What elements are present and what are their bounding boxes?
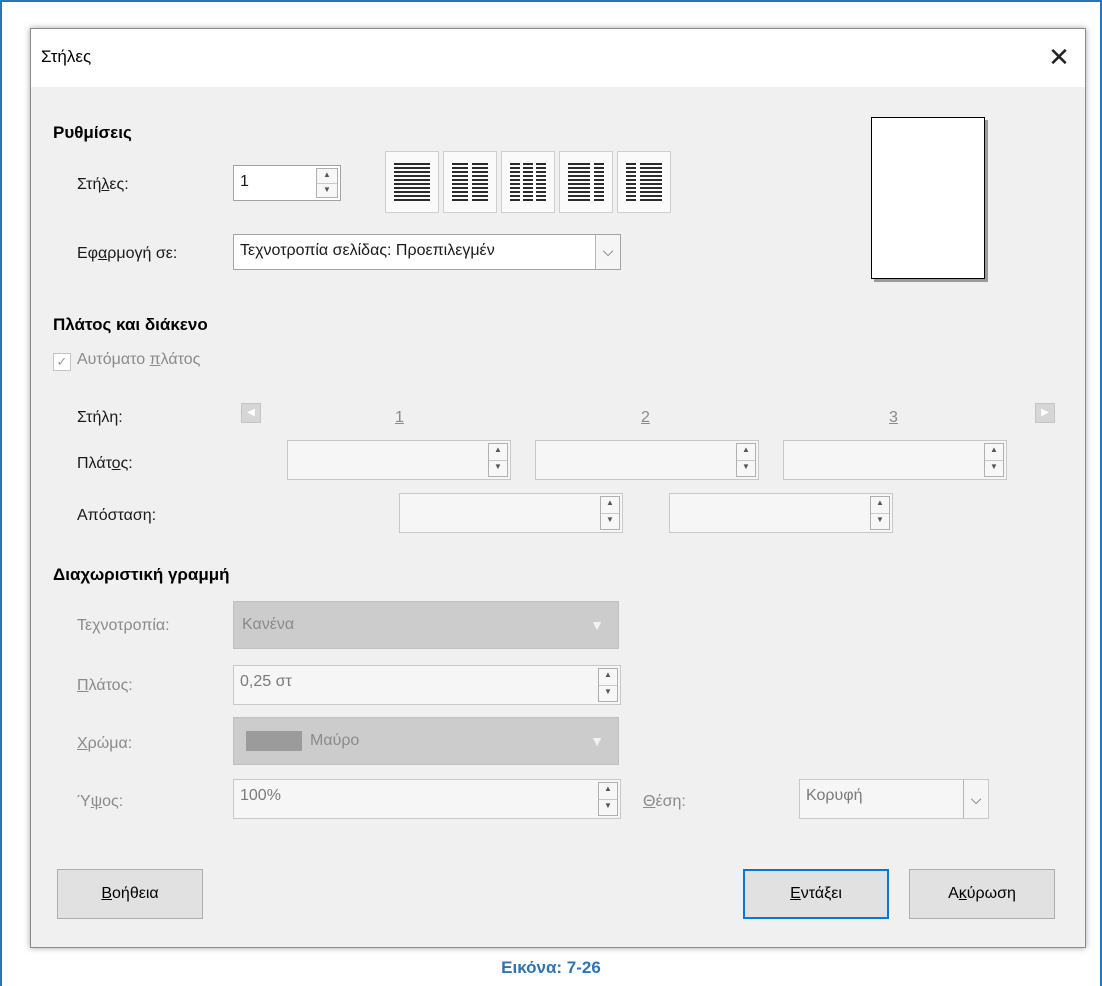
spin-up-icon[interactable]: ▲ <box>737 444 755 460</box>
separator-height-label: Ύψος: <box>77 793 124 810</box>
column-label: Στήλη: <box>77 409 123 426</box>
spin-up-icon[interactable]: ▲ <box>599 783 617 799</box>
apply-to-dropdown[interactable]: Τεχνοτροπία σελίδας: Προεπιλεγμέν ⌵ <box>233 234 621 270</box>
columns-value: 1 <box>240 173 249 190</box>
spin-up-icon[interactable]: ▲ <box>599 669 617 685</box>
column-number-1: 1 <box>395 409 404 426</box>
color-swatch <box>246 730 302 751</box>
triangle-down-icon: ▼ <box>590 617 604 633</box>
cancel-button[interactable]: Ακύρωση <box>909 869 1055 919</box>
layout-right-wide[interactable] <box>617 151 671 213</box>
layout-left-wide[interactable] <box>559 151 613 213</box>
dialog-title: Στήλες <box>41 47 92 66</box>
frame-top-border <box>0 0 1102 2</box>
spacing-spin-2[interactable]: ▲ ▼ <box>870 496 890 530</box>
spin-up-icon[interactable]: ▲ <box>871 497 889 513</box>
separator-color-value: Μαύρο <box>310 732 360 749</box>
ok-button[interactable]: Εντάξει <box>743 869 889 919</box>
columns-spinbox[interactable]: 1 ▲ ▼ <box>233 165 341 201</box>
column-width-spin-2[interactable]: ▲ ▼ <box>736 443 756 477</box>
title-bar: Στήλες ✕ <box>31 29 1085 87</box>
spin-down-icon[interactable]: ▼ <box>601 512 619 530</box>
left-wide-layout-icon <box>568 163 604 201</box>
separator-style-dropdown[interactable]: Κανένα ▼ <box>233 601 619 649</box>
columns-dialog: Στήλες ✕ Ρυθμίσεις Στήλες: 1 ▲ ▼ Εφαρμογ… <box>30 28 1086 948</box>
column-width-field-1[interactable]: ▲ ▼ <box>287 440 511 480</box>
separator-height-spin[interactable]: ▲ ▼ <box>598 782 618 816</box>
separator-position-dropdown[interactable]: Κορυφή ⌵ <box>799 779 989 819</box>
figure-caption: Εικόνα: 7-26 <box>501 958 601 977</box>
two-columns-layout-icon <box>452 163 488 201</box>
apply-to-label: Εφαρμογή σε: <box>77 245 178 262</box>
checkmark-icon: ✓ <box>53 353 71 371</box>
right-wide-layout-icon <box>626 163 662 201</box>
spin-up-icon[interactable]: ▲ <box>985 444 1003 460</box>
spacing-field-2[interactable]: ▲ ▼ <box>669 493 893 533</box>
spin-down-icon[interactable]: ▼ <box>599 684 617 702</box>
separator-position-value: Κορυφή <box>806 787 863 804</box>
separator-color-label: Χρώμα: <box>77 735 133 752</box>
apply-to-value: Τεχνοτροπία σελίδας: Προεπιλεγμέν <box>240 242 495 259</box>
separator-width-field[interactable]: 0,25 στ ▲ ▼ <box>233 665 621 705</box>
scroll-right-arrow-icon[interactable]: ▶ <box>1035 403 1055 423</box>
spin-down-icon[interactable]: ▼ <box>599 798 617 816</box>
width-spacing-heading: Πλάτος και διάκενο <box>53 315 208 334</box>
close-icon[interactable]: ✕ <box>1041 39 1077 75</box>
three-columns-layout-icon <box>510 163 546 201</box>
auto-width-checkbox[interactable]: ✓ Αυτόματο πλάτος <box>53 351 200 371</box>
spin-down-icon[interactable]: ▼ <box>737 459 755 477</box>
one-column-layout-icon <box>394 163 430 201</box>
settings-heading: Ρυθμίσεις <box>53 123 132 142</box>
spin-down-icon[interactable]: ▼ <box>985 459 1003 477</box>
scroll-left-arrow-icon[interactable]: ◀ <box>241 403 261 423</box>
column-width-field-3[interactable]: ▲ ▼ <box>783 440 1007 480</box>
triangle-down-icon: ▼ <box>590 733 604 749</box>
frame-left-border <box>0 0 2 986</box>
chevron-down-icon[interactable]: ⌵ <box>595 235 620 269</box>
column-width-spin-1[interactable]: ▲ ▼ <box>488 443 508 477</box>
column-number-3: 3 <box>889 409 898 426</box>
separator-style-label: Τεχνοτροπία: <box>77 617 170 634</box>
column-width-label: Πλάτος: <box>77 455 133 472</box>
separator-width-value: 0,25 στ <box>240 673 292 690</box>
page-preview <box>871 117 985 279</box>
column-width-spin-3[interactable]: ▲ ▼ <box>984 443 1004 477</box>
separator-height-field[interactable]: 100% ▲ ▼ <box>233 779 621 819</box>
spacing-field-1[interactable]: ▲ ▼ <box>399 493 623 533</box>
layout-three-columns[interactable] <box>501 151 555 213</box>
separator-color-dropdown[interactable]: Μαύρο ▼ <box>233 717 619 765</box>
spin-down-icon[interactable]: ▼ <box>489 459 507 477</box>
spacing-label: Απόσταση: <box>77 507 157 524</box>
separator-style-value: Κανένα <box>242 616 295 633</box>
separator-position-label: Θέση: <box>643 793 686 810</box>
spin-up-icon[interactable]: ▲ <box>317 169 337 183</box>
spin-down-icon[interactable]: ▼ <box>871 512 889 530</box>
spacing-spin-1[interactable]: ▲ ▼ <box>600 496 620 530</box>
separator-width-spin[interactable]: ▲ ▼ <box>598 668 618 702</box>
layout-two-columns[interactable] <box>443 151 497 213</box>
layout-one-column[interactable] <box>385 151 439 213</box>
separator-heading: Διαχωριστική γραμμή <box>53 565 230 584</box>
chevron-down-icon[interactable]: ⌵ <box>963 780 988 818</box>
separator-height-value: 100% <box>240 787 281 804</box>
separator-width-label: Πλάτος: <box>77 677 133 694</box>
spin-down-icon[interactable]: ▼ <box>317 182 337 198</box>
column-width-field-2[interactable]: ▲ ▼ <box>535 440 759 480</box>
columns-label: Στήλες: <box>77 176 129 193</box>
spin-up-icon[interactable]: ▲ <box>601 497 619 513</box>
help-button[interactable]: Βοήθεια <box>57 869 203 919</box>
spin-up-icon[interactable]: ▲ <box>489 444 507 460</box>
column-number-2: 2 <box>641 409 650 426</box>
columns-spin-buttons[interactable]: ▲ ▼ <box>316 168 338 198</box>
